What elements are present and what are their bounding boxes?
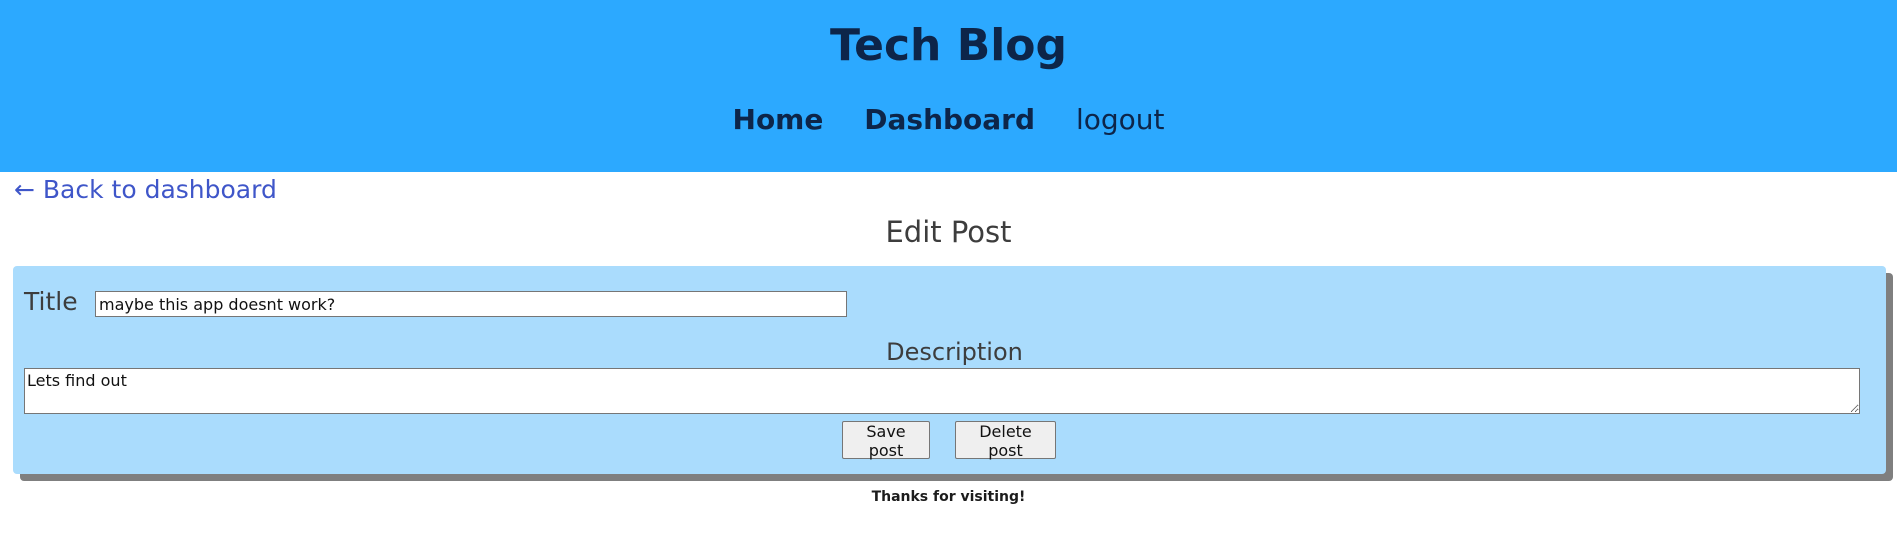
site-header: Tech Blog Home Dashboard logout [0,0,1897,172]
description-label: Description [886,338,1023,366]
edit-post-form: Title Description Lets find out Save pos… [13,266,1886,474]
main-nav: Home Dashboard logout [0,100,1897,140]
back-to-dashboard-link[interactable]: ← Back to dashboard [14,174,277,206]
save-post-button[interactable]: Save post [842,421,930,460]
title-input[interactable] [95,291,847,317]
delete-post-button[interactable]: Delete post [955,421,1056,460]
footer-text: Thanks for visiting! [871,489,1026,505]
site-title: Tech Blog [829,20,1068,71]
page-title: Edit Post [885,215,1012,249]
nav-dashboard-link[interactable]: Dashboard [864,100,1035,140]
description-textarea[interactable]: Lets find out [24,368,1860,414]
title-label: Title [24,287,78,316]
nav-logout-link[interactable]: logout [1076,100,1165,140]
nav-home-link[interactable]: Home [733,100,824,140]
